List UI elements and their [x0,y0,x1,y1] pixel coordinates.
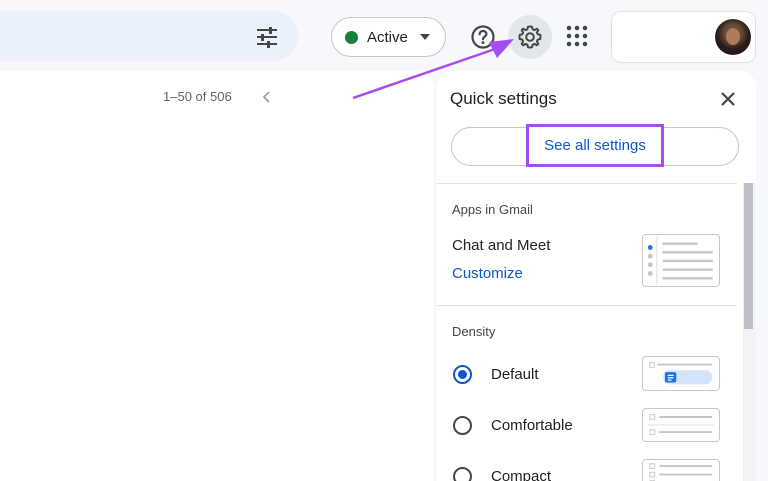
density-compact-preview-icon [642,459,720,481]
chevron-left-icon[interactable] [260,89,274,105]
divider [437,305,737,306]
density-compact-radio[interactable] [453,467,472,481]
density-comfortable-radio[interactable] [453,416,472,435]
gear-icon [518,25,542,49]
apps-in-gmail-heading: Apps in Gmail [452,202,533,217]
status-dot-icon [345,30,358,44]
status-label: Active [367,28,408,46]
settings-button[interactable] [508,15,552,59]
density-default-radio[interactable] [453,365,472,384]
mail-list-pane [0,71,434,481]
chevron-down-icon [420,34,430,40]
density-heading: Density [452,324,496,339]
status-dropdown[interactable]: Active [331,17,446,57]
pagination-count: 1–50 of 506 [163,89,232,104]
divider [437,183,737,184]
density-comfortable-label: Comfortable [491,417,573,434]
filter-icon[interactable] [254,24,280,50]
avatar[interactable] [715,19,751,55]
close-icon[interactable] [719,90,737,108]
density-compact-label: Compact [491,468,552,481]
density-default-label: Default [491,366,539,383]
chat-meet-preview-icon [642,234,720,287]
quick-settings-title: Quick settings [450,89,557,108]
help-icon[interactable] [469,23,497,51]
scrollbar-thumb[interactable] [744,183,753,329]
see-all-settings-button[interactable]: See all settings [526,124,664,167]
chat-meet-label: Chat and Meet [452,237,551,254]
apps-icon[interactable] [566,25,588,47]
customize-link[interactable]: Customize [452,265,523,282]
density-comfortable-preview-icon [642,408,720,442]
quick-settings-panel: Quick settings See all settings Apps in … [437,71,756,481]
density-default-preview-icon [642,356,720,391]
see-all-settings-label: See all settings [544,137,646,154]
account-area [611,11,756,63]
